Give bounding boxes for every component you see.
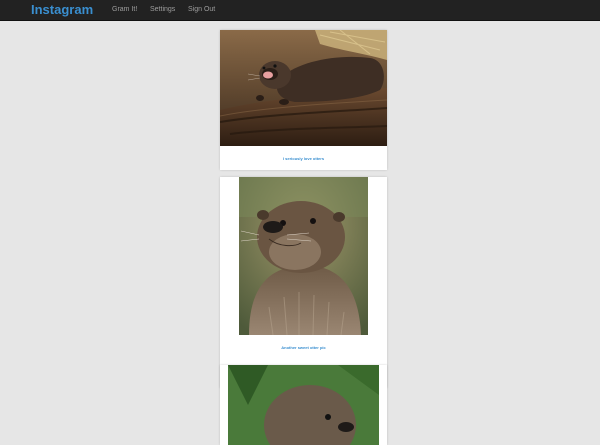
post-caption[interactable]: Another sweet otter pic bbox=[220, 345, 387, 350]
brand-logo-link[interactable]: Instagram bbox=[31, 2, 93, 18]
feed-post: I seriously love otters bbox=[220, 30, 387, 170]
post-caption[interactable]: I seriously love otters bbox=[220, 156, 387, 161]
post-photo[interactable] bbox=[239, 177, 368, 335]
nav-link-sign-out[interactable]: Sign Out bbox=[188, 5, 215, 14]
top-navbar: Instagram Gram It! Settings Sign Out bbox=[0, 0, 600, 21]
otter-portrait-image bbox=[239, 177, 368, 335]
feed-post: Another sweet otter pic bbox=[220, 177, 387, 388]
post-photo[interactable] bbox=[220, 30, 387, 146]
otter-on-log-image bbox=[220, 30, 387, 146]
feed-post bbox=[220, 365, 387, 445]
otter-partial-image bbox=[228, 365, 379, 445]
nav-link-gram-it[interactable]: Gram It! bbox=[112, 5, 137, 14]
nav-link-settings[interactable]: Settings bbox=[150, 5, 175, 14]
post-photo[interactable] bbox=[228, 365, 379, 445]
